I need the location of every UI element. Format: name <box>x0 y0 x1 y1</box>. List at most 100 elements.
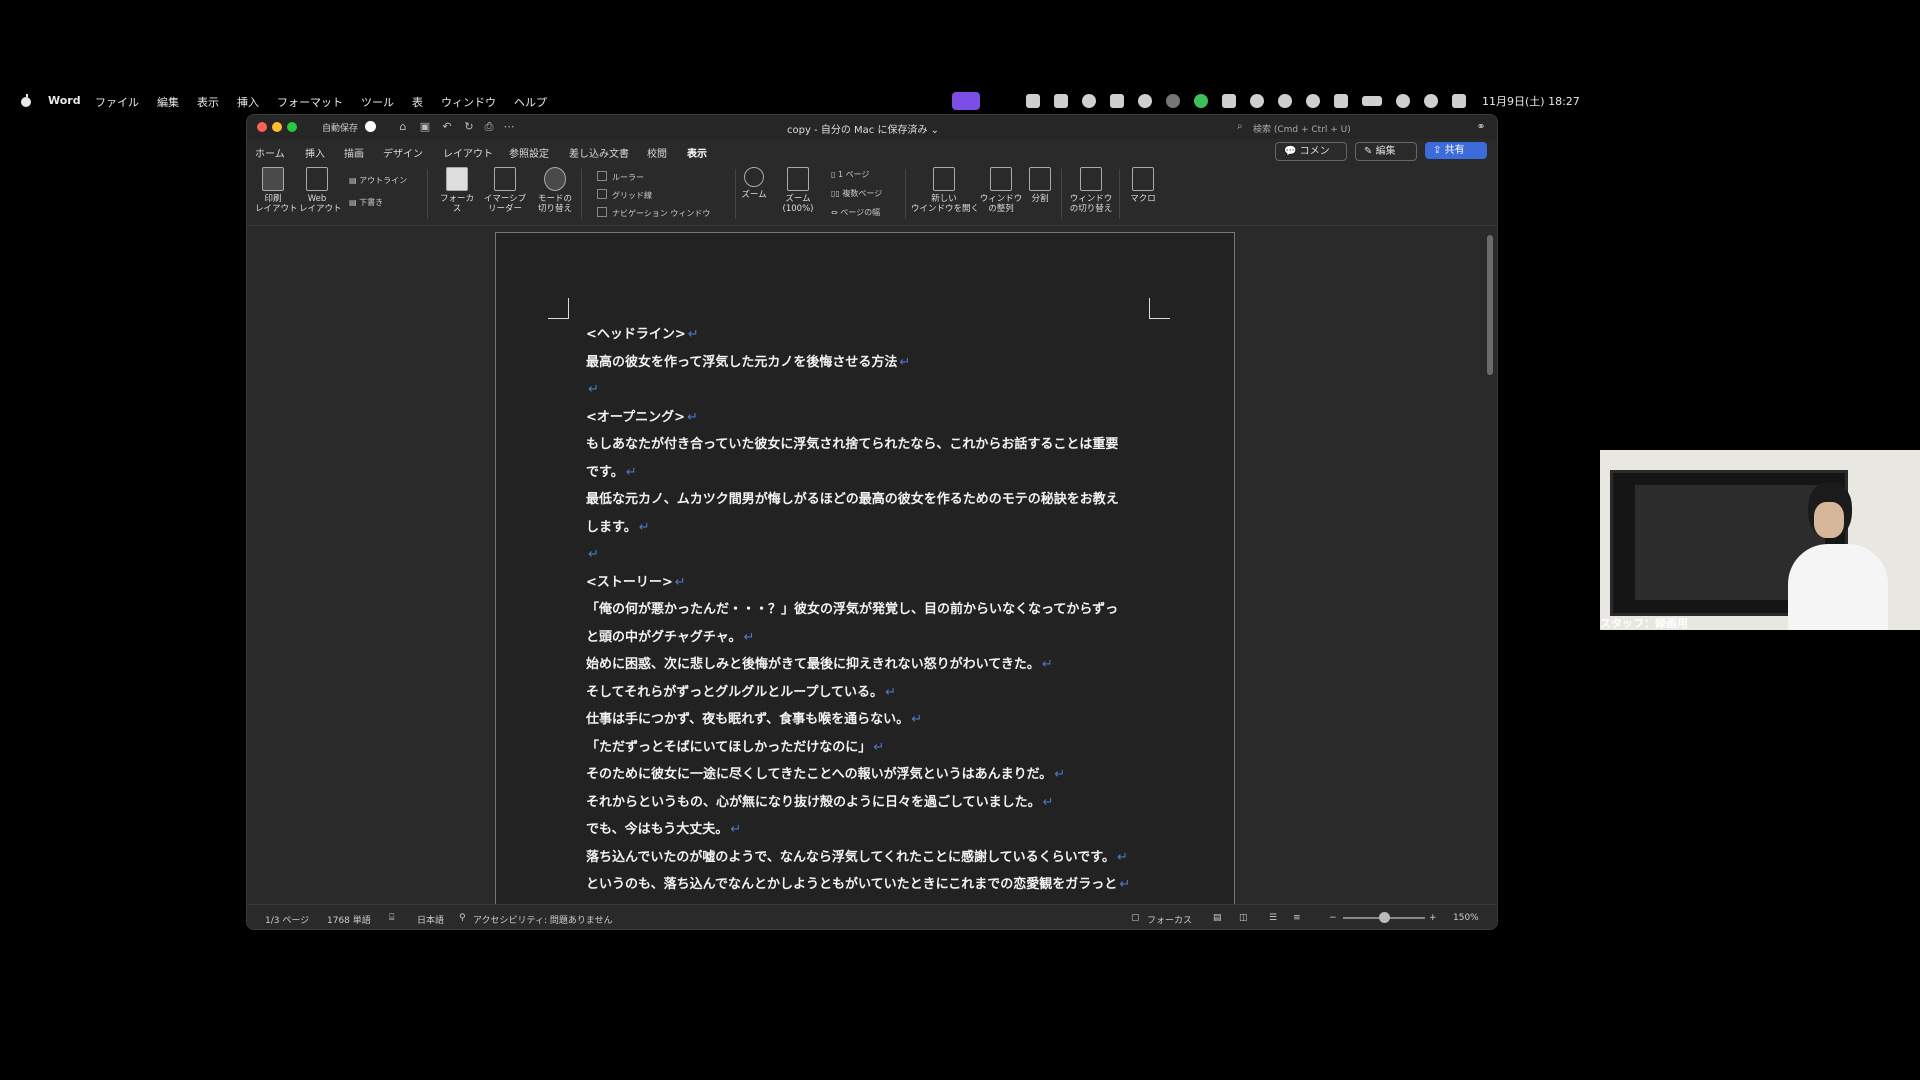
language-indicator[interactable]: 日本語 <box>417 913 444 926</box>
save-icon[interactable]: ▣ <box>419 121 431 133</box>
zoom-level[interactable]: 150% <box>1453 913 1479 923</box>
split-button[interactable]: 分割 <box>1025 167 1055 204</box>
document-line[interactable]: でも、今はもう大丈夫。 ↵ <box>586 816 1151 844</box>
menu-help[interactable]: ヘルプ <box>514 94 547 110</box>
more-icon[interactable]: ⋯ <box>503 121 515 133</box>
switch-modes-button[interactable]: モードの 切り替え <box>537 167 573 214</box>
accessibility-icon[interactable]: ⚲ <box>459 913 466 923</box>
document-line[interactable]: と頭の中がグチャグチャ。 ↵ <box>586 624 1151 652</box>
zoom-in-button[interactable]: + <box>1429 913 1437 923</box>
document-line[interactable]: 仕事は手につかず、夜も眠れず、食事も喉を通らない。 ↵ <box>586 706 1151 734</box>
new-window-button[interactable]: 新しい ウインドウを開く <box>911 167 979 214</box>
dark-circle-icon[interactable] <box>1166 94 1180 108</box>
tab-references[interactable]: 参照設定 <box>509 145 549 160</box>
menu-clock[interactable]: 11月9日(土) 18:27 <box>1482 93 1580 109</box>
focus-mode-icon[interactable]: ▢ <box>1131 913 1140 923</box>
dropbox-icon[interactable] <box>1250 94 1264 108</box>
document-page[interactable]: <ヘッドライン> ↵ 最高の彼女を作って浮気した元カノを後悔させる方法 ↵ ↵ <オープニ… <box>495 232 1235 920</box>
navigation-pane-checkbox[interactable]: ナビゲーション ウィンドウ <box>597 207 710 219</box>
edit-mode-button[interactable]: ✎ 編集 <box>1355 142 1417 161</box>
print-layout-view-icon[interactable]: ▤ <box>1213 913 1222 923</box>
switch-windows-button[interactable]: ウィンドウ の切り替え <box>1067 167 1115 214</box>
search-input[interactable]: ⌕ 検索 (Cmd + Ctrl + U) <box>1237 120 1457 135</box>
menu-tools[interactable]: ツール <box>361 94 394 110</box>
document-line[interactable]: 始めに困惑、次に悲しみと後悔がきて最後に抑えきれない怒りがわいてきた。 ↵ <box>586 651 1151 679</box>
control-center-icon[interactable] <box>1452 94 1466 108</box>
immersive-reader-button[interactable]: イマーシブ リーダー <box>483 167 527 214</box>
multiple-pages-button[interactable]: ▯▯ 複数ページ <box>831 188 882 199</box>
close-window-button[interactable] <box>257 122 267 132</box>
zoom-window-button[interactable] <box>287 122 297 132</box>
cloud-icon[interactable] <box>1082 94 1096 108</box>
battery-icon[interactable] <box>1362 96 1382 106</box>
collaborate-icon[interactable]: ⚭ <box>1475 121 1487 133</box>
document-line[interactable]: します。 ↵ <box>586 514 1151 542</box>
screen-record-icon[interactable] <box>952 92 980 110</box>
ruler-checkbox[interactable]: ルーラー <box>597 171 644 183</box>
app-menu-word[interactable]: Word <box>48 94 81 107</box>
document-line[interactable]: そしてそれらがずっとグルグルとループしている。 ↵ <box>586 679 1151 707</box>
share-button[interactable]: ⇪ 共有 <box>1425 142 1487 159</box>
comment-button[interactable]: 💬 コメント <box>1275 142 1347 174</box>
tab-draw[interactable]: 描画 <box>344 145 364 160</box>
tab-review[interactable]: 校閲 <box>647 145 667 160</box>
minimize-window-button[interactable] <box>272 122 282 132</box>
apple-icon[interactable] <box>20 93 32 107</box>
tab-home[interactable]: ホーム <box>255 145 285 160</box>
input-method-icon[interactable] <box>1334 94 1348 108</box>
notion-icon[interactable] <box>1054 94 1068 108</box>
wifi-icon[interactable] <box>1396 94 1410 108</box>
web-layout-button[interactable]: Web レイアウト <box>299 167 342 214</box>
document-body[interactable]: <ヘッドライン> ↵ 最高の彼女を作って浮気した元カノを後悔させる方法 ↵ ↵ <オープニ… <box>586 321 1151 926</box>
document-line[interactable]: です。 ↵ <box>586 459 1151 487</box>
redo-icon[interactable]: ↻ <box>463 121 475 133</box>
menu-window[interactable]: ウィンドウ <box>441 94 496 110</box>
web-layout-view-icon[interactable]: ◫ <box>1239 913 1248 923</box>
one-page-button[interactable]: ▯ 1 ページ <box>831 169 869 180</box>
check-icon[interactable] <box>1138 94 1152 108</box>
outline-button[interactable]: ▤ アウトライン <box>349 175 407 186</box>
document-line[interactable]: <ストーリー> ↵ <box>586 569 1151 597</box>
menu-edit[interactable]: 編集 <box>157 94 179 110</box>
zoom-100-button[interactable]: ズーム (100%) <box>769 167 827 214</box>
box-icon[interactable] <box>1110 94 1124 108</box>
menu-insert[interactable]: 挿入 <box>237 94 259 110</box>
document-line[interactable]: ↵ <box>586 541 1151 569</box>
print-icon[interactable]: ⎙ <box>483 121 495 133</box>
page-count[interactable]: 1/3 ページ <box>265 913 309 926</box>
print-layout-button[interactable]: 印刷 レイアウト <box>255 167 298 214</box>
document-line[interactable]: <ヘッドライン> ↵ <box>586 321 1151 349</box>
word-count[interactable]: 1768 単語 <box>327 913 371 926</box>
draft-view-icon[interactable]: ≡ <box>1293 913 1301 923</box>
document-line[interactable]: そのために彼女に一途に尽くしてきたことへの報いが浮気というはあんまりだ。 ↵ <box>586 761 1151 789</box>
play-icon[interactable] <box>1306 94 1320 108</box>
autosave-toggle[interactable] <box>365 121 376 132</box>
chatgpt-icon[interactable] <box>1278 94 1292 108</box>
tab-insert[interactable]: 挿入 <box>305 145 325 160</box>
document-line[interactable]: 「ただずっとそばにいてほしかっただけなのに」 ↵ <box>586 734 1151 762</box>
document-line[interactable]: <オープニング> ↵ <box>586 404 1151 432</box>
home-icon[interactable]: ⌂ <box>397 121 409 133</box>
menu-format[interactable]: フォーマット <box>277 94 343 110</box>
draft-button[interactable]: ▤ 下書き <box>349 197 383 208</box>
zoom-button[interactable]: ズーム <box>739 167 769 200</box>
vertical-scrollbar[interactable] <box>1487 235 1493 375</box>
macros-button[interactable]: マクロ <box>1125 167 1161 204</box>
line-icon[interactable] <box>1194 94 1208 108</box>
menu-table[interactable]: 表 <box>412 94 423 110</box>
screenshot-icon[interactable] <box>1222 94 1236 108</box>
document-title[interactable]: copy - 自分の Mac に保存済み ⌄ <box>787 121 939 136</box>
focus-mode-label[interactable]: フォーカス <box>1147 913 1192 926</box>
app-status-icon[interactable] <box>1026 94 1040 108</box>
zoom-out-button[interactable]: − <box>1329 913 1337 923</box>
document-line[interactable]: 最低な元カノ、ムカツク間男が悔しがるほどの最高の彼女を作るためのモテの秘訣をお教… <box>586 486 1151 514</box>
outline-view-icon[interactable]: ☰ <box>1269 913 1277 923</box>
document-line[interactable]: というのも、落ち込んでなんとかしようともがいていたときにこれまでの恋愛観をガラっ… <box>586 871 1151 899</box>
undo-icon[interactable]: ↶ <box>441 121 453 133</box>
tab-mailings[interactable]: 差し込み文書 <box>569 145 629 160</box>
document-line[interactable]: 落ち込んでいたのが嘘のようで、なんなら浮気してくれたことに感謝しているくらいです… <box>586 844 1151 872</box>
document-line[interactable]: もしあなたが付き合っていた彼女に浮気され捨てられたなら、これからお話することは重… <box>586 431 1151 459</box>
focus-button[interactable]: フォーカス <box>437 167 477 214</box>
zoom-slider-knob[interactable] <box>1378 912 1390 923</box>
search-icon[interactable] <box>1424 94 1438 108</box>
